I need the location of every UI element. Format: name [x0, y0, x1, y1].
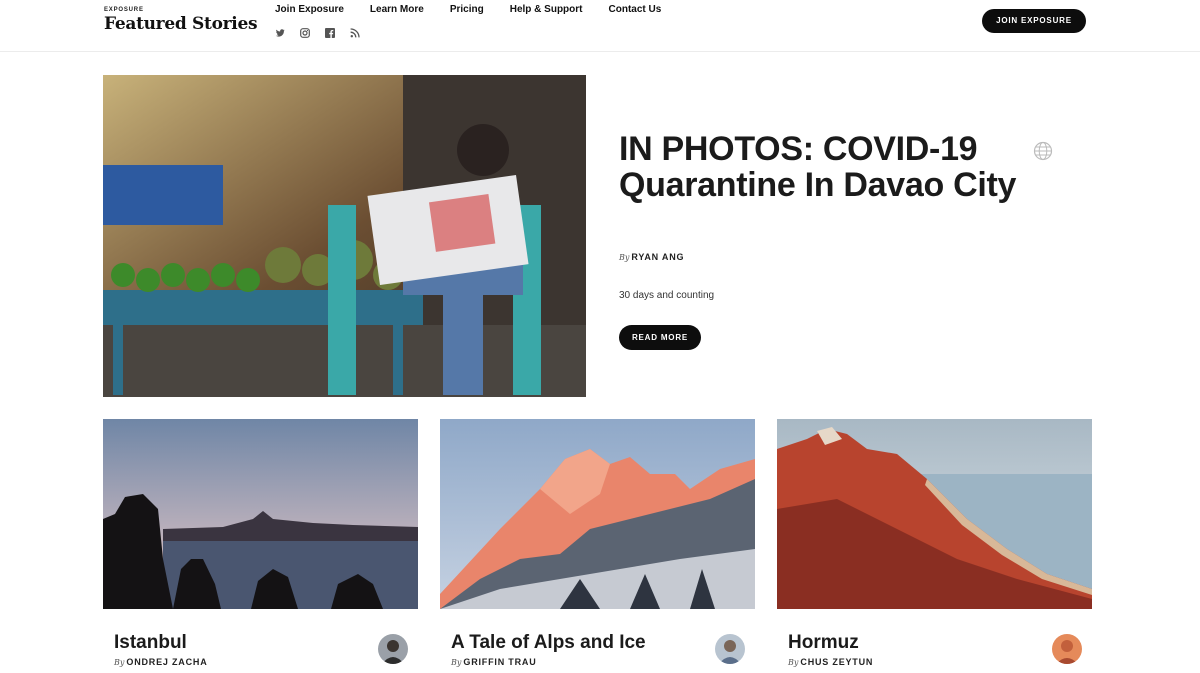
join-exposure-button[interactable]: JOIN EXPOSURE: [982, 9, 1086, 33]
story-card-byline: By CHUS ZEYTUN: [788, 657, 873, 667]
story-card-alps[interactable]: A Tale of Alps and Ice By GRIFFIN TRAU: [440, 419, 755, 673]
story-card-title[interactable]: Istanbul: [114, 632, 187, 654]
hero-byline: By RYAN ANG: [619, 252, 684, 262]
story-card-author[interactable]: CHUS ZEYTUN: [800, 657, 873, 667]
story-card-title[interactable]: Hormuz: [788, 632, 859, 654]
globe-icon[interactable]: [1033, 141, 1053, 161]
story-card-byline: By GRIFFIN TRAU: [451, 657, 537, 667]
site-header: EXPOSURE Featured Stories Join Exposure …: [0, 0, 1200, 52]
story-card-title[interactable]: A Tale of Alps and Ice: [451, 632, 646, 654]
nav-contact-us[interactable]: Contact Us: [609, 4, 662, 15]
byline-prefix: By: [451, 658, 462, 667]
byline-prefix: By: [619, 253, 630, 262]
instagram-icon[interactable]: [300, 25, 310, 38]
hero-story-image[interactable]: [103, 75, 586, 397]
avatar[interactable]: [1052, 634, 1082, 664]
brand-title: Featured Stories: [104, 14, 258, 34]
twitter-icon[interactable]: [275, 25, 285, 37]
hero-story-title[interactable]: IN PHOTOS: COVID-19 Quarantine In Davao …: [619, 131, 1029, 203]
nav-learn-more[interactable]: Learn More: [370, 4, 424, 15]
main-nav: Join Exposure Learn More Pricing Help & …: [275, 4, 687, 15]
hero-author[interactable]: RYAN ANG: [631, 252, 684, 262]
story-card-hormuz[interactable]: Hormuz By CHUS ZEYTUN: [777, 419, 1092, 673]
nav-join-exposure[interactable]: Join Exposure: [275, 4, 344, 15]
story-card-author[interactable]: GRIFFIN TRAU: [463, 657, 536, 667]
avatar[interactable]: [378, 634, 408, 664]
read-more-button[interactable]: READ MORE: [619, 325, 701, 350]
story-card-author[interactable]: ONDREJ ZACHA: [126, 657, 207, 667]
avatar[interactable]: [715, 634, 745, 664]
brand-logo[interactable]: EXPOSURE Featured Stories: [104, 7, 258, 34]
facebook-icon[interactable]: [325, 25, 335, 38]
story-card-image[interactable]: [103, 419, 418, 609]
hero-description: 30 days and counting: [619, 290, 715, 301]
nav-help-support[interactable]: Help & Support: [510, 4, 583, 15]
social-links: [275, 25, 360, 38]
byline-prefix: By: [114, 658, 125, 667]
story-card-image[interactable]: [440, 419, 755, 609]
story-card-istanbul[interactable]: Istanbul By ONDREJ ZACHA: [103, 419, 418, 673]
brand-small-label: EXPOSURE: [104, 7, 144, 13]
nav-pricing[interactable]: Pricing: [450, 4, 484, 15]
story-card-image[interactable]: [777, 419, 1092, 609]
story-card-byline: By ONDREJ ZACHA: [114, 657, 208, 667]
byline-prefix: By: [788, 658, 799, 667]
rss-icon[interactable]: [350, 25, 360, 38]
